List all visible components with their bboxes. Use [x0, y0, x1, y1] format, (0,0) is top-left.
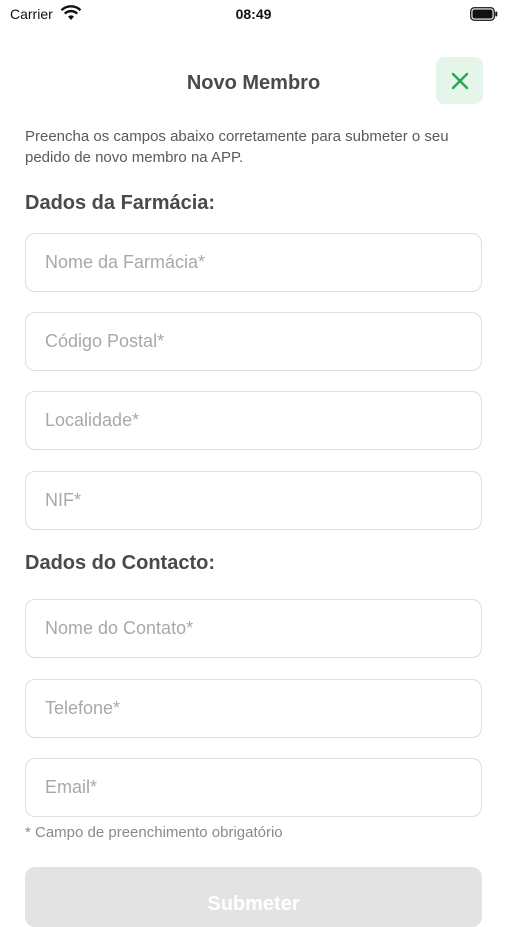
phone-field[interactable] — [25, 679, 482, 738]
contact-name-input[interactable] — [26, 600, 481, 657]
locality-field[interactable] — [25, 391, 482, 450]
locality-input[interactable] — [26, 392, 481, 449]
close-icon — [451, 72, 468, 89]
pharmacy-name-input[interactable] — [26, 234, 481, 291]
contact-name-field[interactable] — [25, 599, 482, 658]
nif-input[interactable] — [26, 472, 481, 529]
required-field-note: * Campo de preenchimento obrigatório — [25, 824, 283, 841]
page-title: Novo Membro — [186, 72, 321, 94]
email-input[interactable] — [26, 759, 481, 816]
status-bar: Carrier 08:49 — [0, 0, 507, 30]
status-time: 08:49 — [235, 6, 272, 22]
section-title-contact: Dados do Contacto: — [25, 552, 215, 574]
intro-text: Preencha os campos abaixo corretamente p… — [25, 128, 449, 166]
close-button[interactable] — [436, 57, 483, 104]
battery-icon — [470, 7, 498, 21]
submit-button[interactable]: Submeter — [25, 867, 482, 927]
postal-code-field[interactable] — [25, 312, 482, 371]
section-title-pharmacy: Dados da Farmácia: — [25, 192, 216, 214]
phone-input[interactable] — [26, 680, 481, 737]
postal-code-input[interactable] — [26, 313, 481, 370]
email-field[interactable] — [25, 758, 482, 817]
nif-field[interactable] — [25, 471, 482, 530]
pharmacy-name-field[interactable] — [25, 233, 482, 292]
